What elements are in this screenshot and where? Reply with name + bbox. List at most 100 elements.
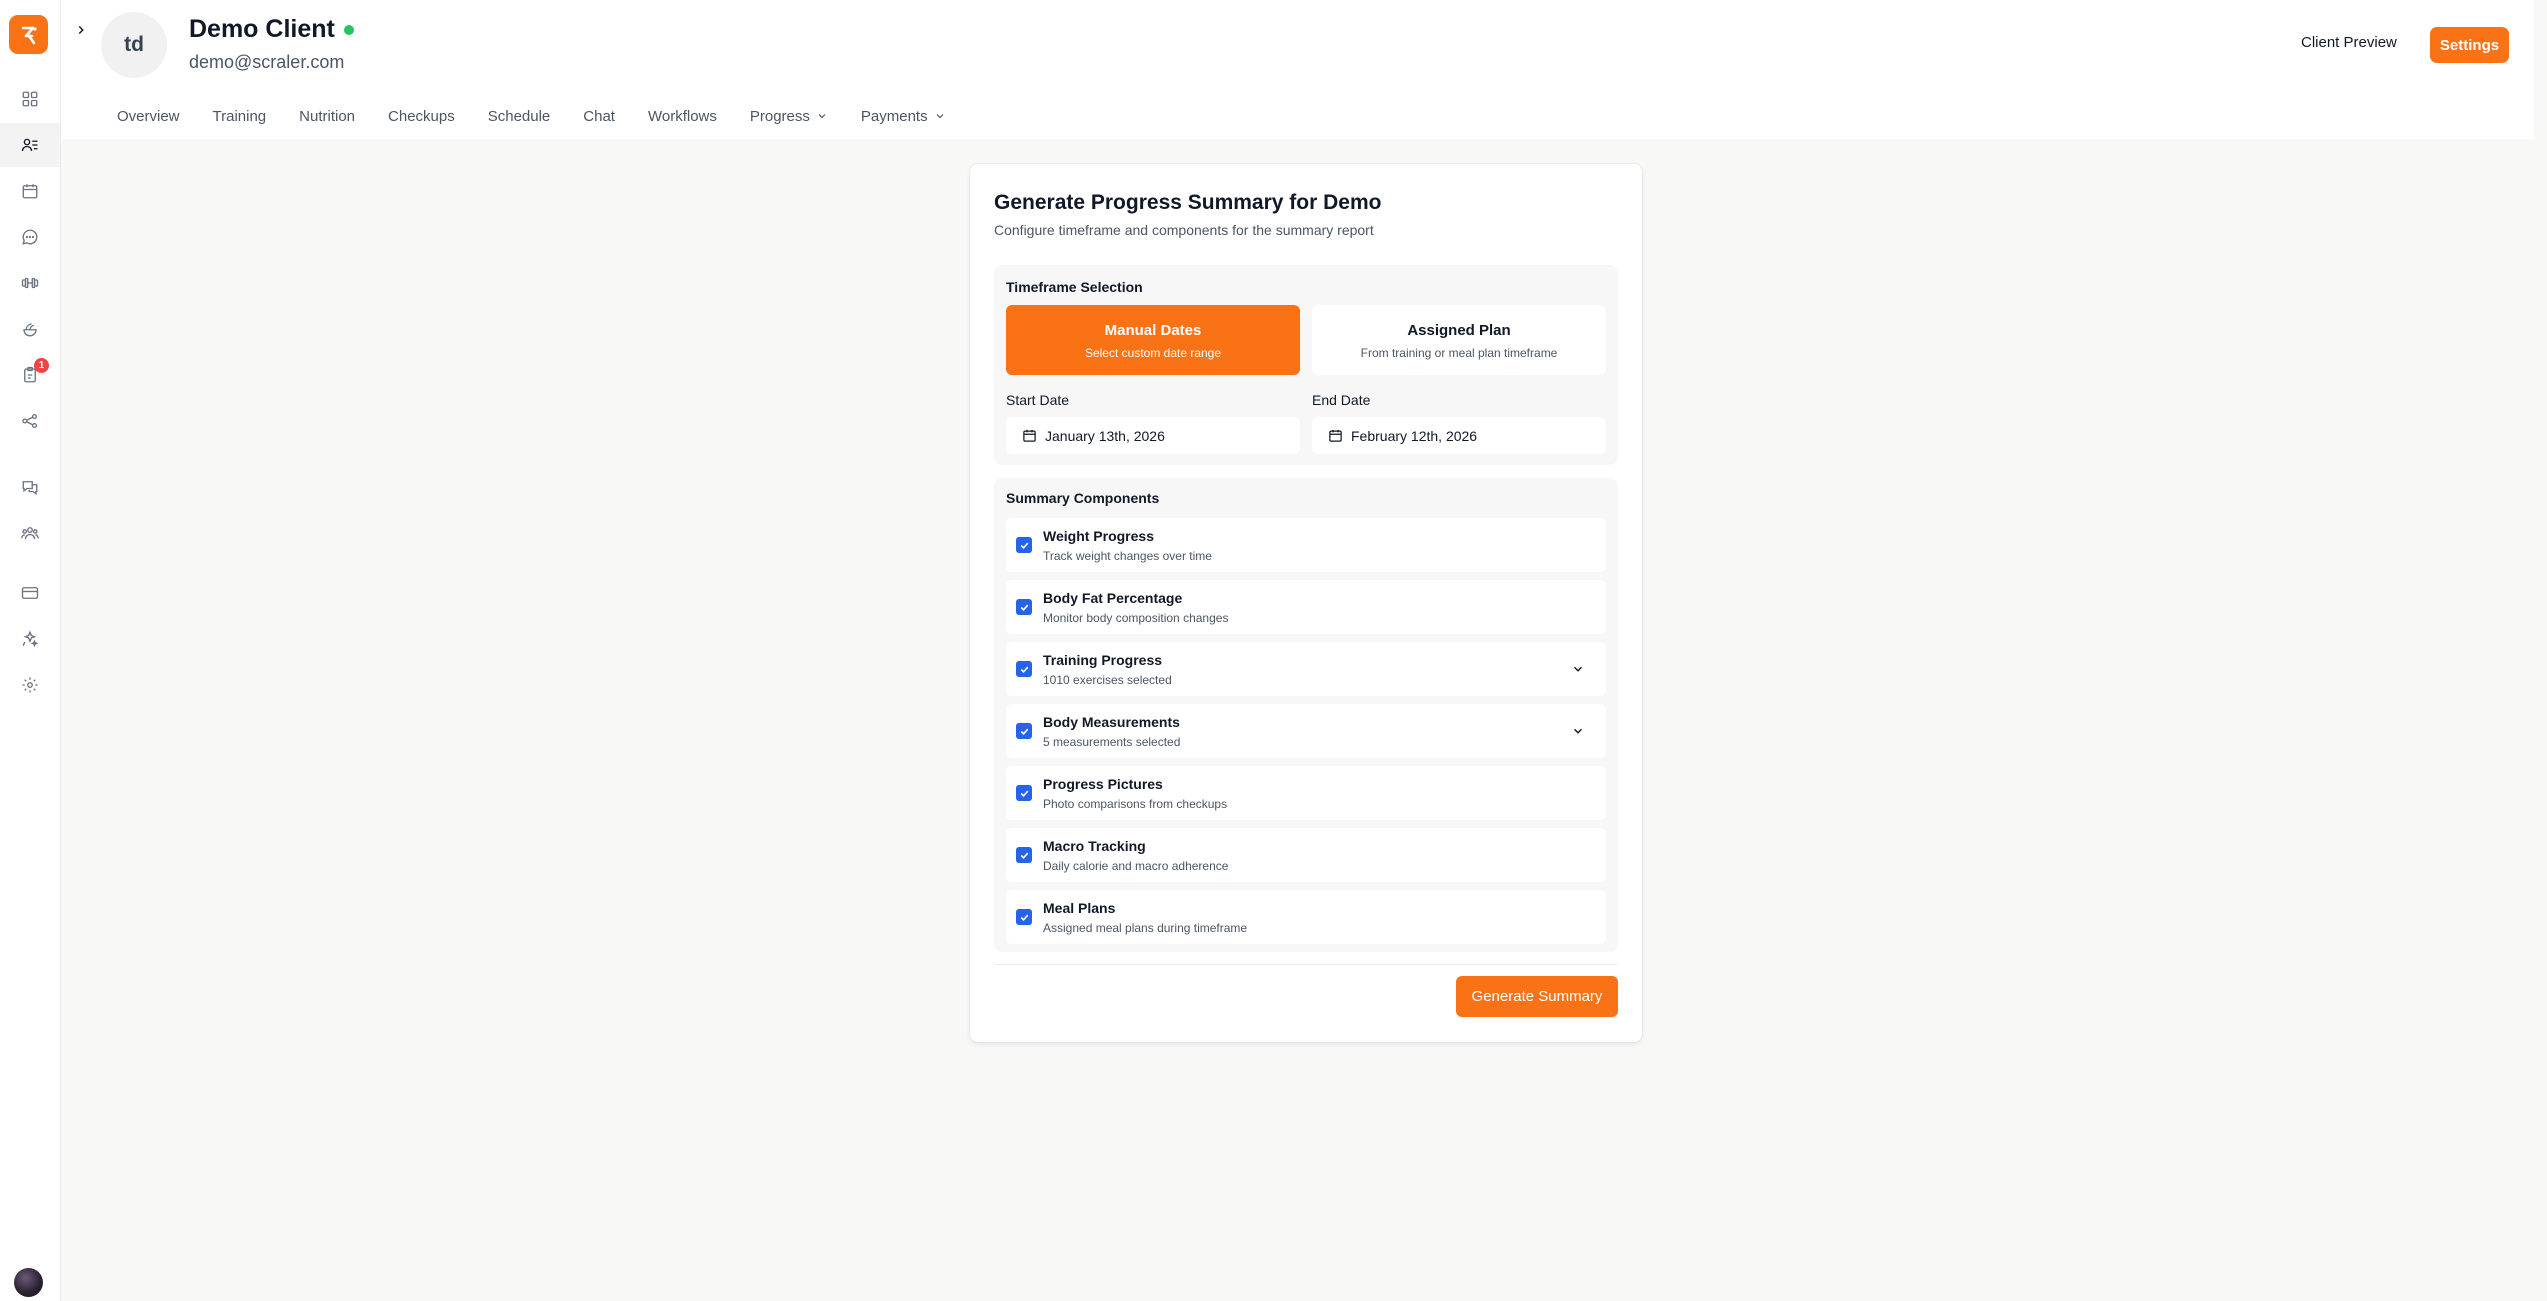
tab-label: Schedule (487, 107, 551, 125)
component-checkbox[interactable] (1016, 785, 1032, 801)
client-header: td Demo Client demo@scraler.com Client P… (61, 0, 2534, 139)
notification-badge: 1 (34, 358, 49, 373)
tab-label: Chat (583, 107, 615, 125)
tab-label: Nutrition (299, 107, 356, 125)
check-icon (1020, 666, 1028, 673)
component-desc: 5 measurements selected (1043, 735, 1181, 749)
sidebar-item-nutrition[interactable] (0, 307, 60, 351)
chevron-down-icon (936, 114, 944, 119)
chevron-down-icon (818, 114, 826, 119)
option-title: Assigned Plan (1407, 322, 1511, 339)
sidebar-item-settings[interactable] (0, 663, 60, 707)
tab-checkups[interactable]: Checkups (388, 105, 455, 127)
tab-label: Overview (117, 107, 180, 125)
start-date-label: Start Date (1006, 392, 1070, 408)
progress-summary-card: Generate Progress Summary for Demo Confi… (970, 164, 1642, 1042)
sidebar-item-dashboard[interactable] (0, 77, 60, 121)
sidebar-item-messages[interactable] (0, 215, 60, 259)
component-desc: Photo comparisons from checkups (1043, 797, 1228, 811)
component-checkbox[interactable] (1016, 661, 1032, 677)
sidebar-item-workflows[interactable] (0, 399, 60, 443)
check-icon (1020, 790, 1028, 797)
assigned-plan-option[interactable]: Assigned Plan From training or meal plan… (1312, 305, 1606, 375)
option-title: Manual Dates (1104, 322, 1202, 339)
components-section: Summary Components Weight Progress Track… (994, 478, 1618, 952)
calendar-icon (22, 184, 38, 199)
client-avatar: td (101, 12, 167, 78)
timeframe-section: Timeframe Selection Manual Dates Select … (994, 265, 1618, 465)
ai-icon (22, 630, 39, 648)
component-weight-progress[interactable]: Weight Progress Track weight changes ove… (1006, 518, 1606, 572)
dashboard-icon (22, 91, 38, 107)
tab-nutrition[interactable]: Nutrition (299, 105, 355, 127)
component-progress-pictures[interactable]: Progress Pictures Photo comparisons from… (1006, 766, 1606, 820)
tab-progress[interactable]: Progress (750, 105, 828, 127)
component-checkbox[interactable] (1016, 599, 1032, 615)
card-divider (994, 964, 1618, 965)
generate-summary-button[interactable]: Generate Summary (1456, 976, 1618, 1017)
manual-dates-option[interactable]: Manual Dates Select custom date range (1006, 305, 1300, 375)
settings-icon (22, 677, 38, 693)
component-macro-tracking[interactable]: Macro Tracking Daily calorie and macro a… (1006, 828, 1606, 882)
client-tabs: Overview Training Nutrition Checkups Sch… (117, 105, 979, 127)
check-icon (1020, 542, 1028, 549)
settings-button[interactable]: Settings (2430, 27, 2509, 63)
option-desc: Select custom date range (1084, 346, 1222, 360)
chat-icon (22, 481, 38, 496)
sidebar-item-ai[interactable] (0, 617, 60, 661)
check-icon (1020, 914, 1028, 921)
sidebar-item-community[interactable] (0, 511, 60, 555)
workouts-icon (21, 277, 39, 289)
payments-icon (21, 587, 39, 599)
component-checkbox[interactable] (1016, 847, 1032, 863)
start-date-picker[interactable]: January 13th, 2026 (1006, 417, 1300, 454)
sidebar-item-clients[interactable] (0, 123, 60, 167)
calendar-icon (1329, 429, 1342, 442)
user-avatar[interactable] (14, 1268, 43, 1297)
sidebar-item-calendar[interactable] (0, 169, 60, 213)
tab-schedule[interactable]: Schedule (488, 105, 551, 127)
sidebar: 1 (0, 0, 61, 1301)
tab-overview[interactable]: Overview (117, 105, 180, 127)
chevron-down-icon[interactable] (1571, 724, 1585, 738)
messages-icon (22, 229, 38, 245)
component-meal-plans[interactable]: Meal Plans Assigned meal plans during ti… (1006, 890, 1606, 944)
sidebar-item-chat[interactable] (0, 465, 60, 509)
tab-chat[interactable]: Chat (583, 105, 615, 127)
app-logo[interactable] (9, 15, 48, 54)
component-checkbox[interactable] (1016, 537, 1032, 553)
tab-label: Training (212, 107, 267, 125)
component-training-progress[interactable]: Training Progress 1010 exercises selecte… (1006, 642, 1606, 696)
client-preview-button[interactable]: Client Preview (2301, 34, 2397, 51)
component-title: Macro Tracking (1043, 838, 1146, 854)
tab-workflows[interactable]: Workflows (648, 105, 717, 127)
components-section-title: Summary Components (1006, 490, 1160, 506)
chevron-down-icon[interactable] (1571, 662, 1585, 676)
sidebar-item-checkups[interactable]: 1 (0, 353, 60, 397)
tab-label: Workflows (647, 107, 717, 125)
chevron-right-icon[interactable] (74, 23, 88, 37)
component-body-measurements[interactable]: Body Measurements 5 measurements selecte… (1006, 704, 1606, 758)
component-title: Training Progress (1043, 652, 1163, 668)
component-title: Weight Progress (1043, 528, 1154, 544)
component-desc: Daily calorie and macro adherence (1043, 859, 1229, 873)
tab-label: Payments (860, 107, 928, 125)
client-name: Demo Client (189, 15, 335, 43)
component-checkbox[interactable] (1016, 723, 1032, 739)
component-desc: 1010 exercises selected (1043, 673, 1172, 687)
sidebar-item-payments[interactable] (0, 571, 60, 615)
card-title: Generate Progress Summary for Demo (994, 191, 1382, 214)
end-date-label: End Date (1312, 392, 1371, 408)
end-date-picker[interactable]: February 12th, 2026 (1312, 417, 1606, 454)
component-title: Meal Plans (1043, 900, 1116, 916)
component-body-fat[interactable]: Body Fat Percentage Monitor body composi… (1006, 580, 1606, 634)
sidebar-item-workouts[interactable] (0, 261, 60, 305)
tab-payments[interactable]: Payments (861, 105, 946, 127)
component-title: Body Measurements (1043, 714, 1180, 730)
tab-label: Checkups (388, 107, 455, 125)
community-icon (21, 527, 39, 540)
clients-icon (21, 138, 38, 152)
tab-label: Progress (749, 107, 810, 125)
tab-training[interactable]: Training (213, 105, 267, 127)
component-checkbox[interactable] (1016, 909, 1032, 925)
